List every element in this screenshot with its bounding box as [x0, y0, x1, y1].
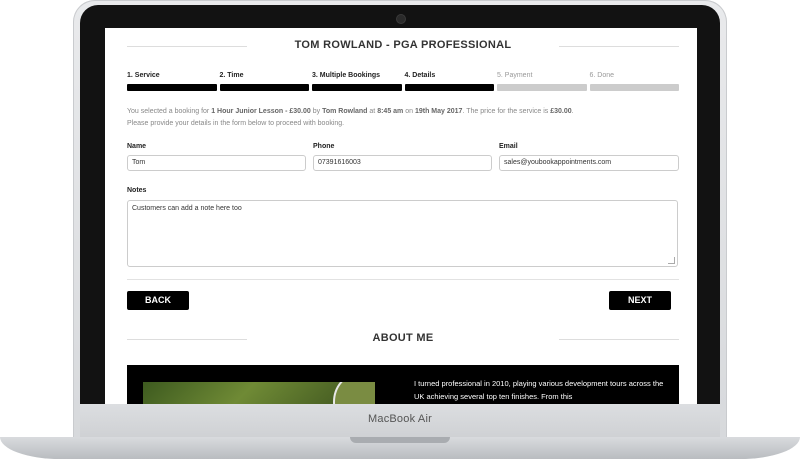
- divider: [127, 279, 679, 280]
- step-label: 6. Done: [589, 72, 615, 79]
- step-details[interactable]: 4. Details: [404, 72, 494, 91]
- email-field[interactable]: sales@youbookappointments.com: [499, 155, 679, 171]
- booking-summary: You selected a booking for 1 Hour Junior…: [127, 108, 574, 127]
- step-service[interactable]: 1. Service: [127, 72, 217, 91]
- resize-handle-icon[interactable]: [668, 257, 675, 264]
- email-label: Email: [499, 143, 518, 150]
- step-done: 6. Done: [589, 72, 679, 91]
- phone-field[interactable]: 07391616003: [313, 155, 492, 171]
- about-panel: I turned professional in 2010, playing v…: [127, 365, 679, 404]
- booking-steps: 1. Service 2. Time 3. Multiple Bookings …: [127, 72, 679, 91]
- step-progress-bar: [312, 84, 402, 91]
- browser-viewport: TOM ROWLAND - PGA PROFESSIONAL 1. Servic…: [105, 28, 697, 404]
- step-label: 1. Service: [127, 72, 160, 79]
- golf-badge-logo: [333, 382, 375, 404]
- step-progress-bar: [404, 84, 494, 91]
- name-label: Name: [127, 143, 147, 150]
- step-label: 3. Multiple Bookings: [312, 72, 381, 79]
- step-progress-bar: [589, 84, 679, 91]
- camera-icon: [397, 15, 405, 23]
- next-button[interactable]: NEXT: [609, 291, 671, 310]
- step-progress-bar: [127, 84, 217, 91]
- about-photo: [143, 382, 375, 404]
- back-button[interactable]: BACK: [127, 291, 189, 310]
- step-progress-bar: [497, 84, 587, 91]
- laptop-base-notch: [350, 437, 450, 443]
- step-label: 5. Payment: [497, 72, 533, 79]
- step-label: 4. Details: [404, 72, 436, 79]
- about-title: ABOUT ME: [127, 332, 679, 344]
- brand-label: MacBook Air: [368, 413, 432, 425]
- notes-label: Notes: [127, 187, 147, 194]
- step-label: 2. Time: [219, 72, 244, 79]
- notes-textarea[interactable]: Customers can add a note here too: [127, 200, 678, 267]
- step-payment: 5. Payment: [497, 72, 587, 91]
- step-multiple-bookings[interactable]: 3. Multiple Bookings: [312, 72, 402, 91]
- name-field[interactable]: Tom: [127, 155, 306, 171]
- page-title: TOM ROWLAND - PGA PROFESSIONAL: [127, 39, 679, 51]
- step-progress-bar: [219, 84, 309, 91]
- phone-label: Phone: [313, 143, 335, 150]
- about-text: I turned professional in 2010, playing v…: [414, 379, 664, 401]
- step-time[interactable]: 2. Time: [219, 72, 309, 91]
- notes-text: Customers can add a note here too: [132, 205, 242, 212]
